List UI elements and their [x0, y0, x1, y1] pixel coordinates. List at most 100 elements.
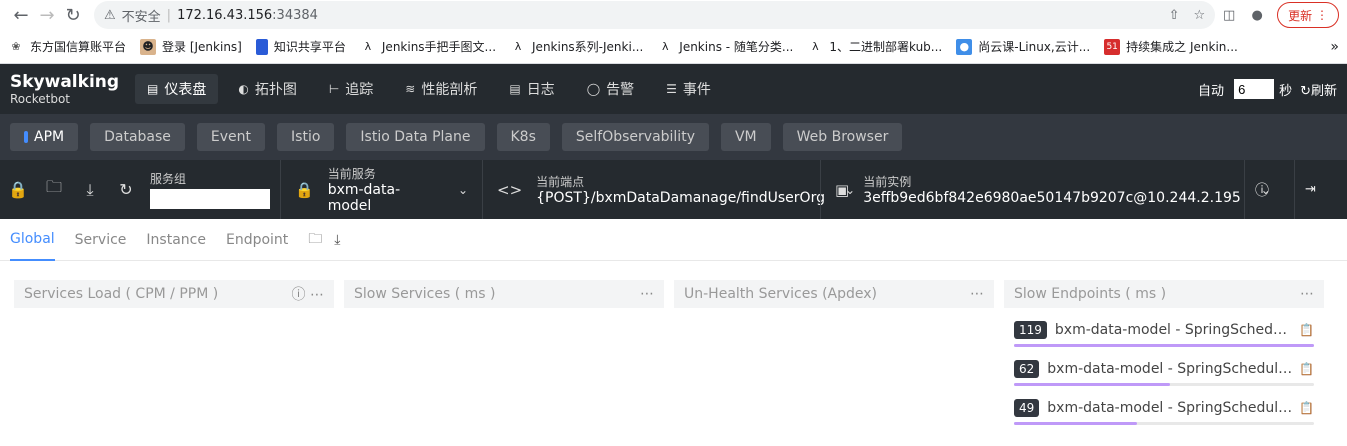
- bookmark-item[interactable]: λ Jenkins系列-Jenki...: [510, 38, 644, 55]
- copy-icon[interactable]: 📋: [1299, 323, 1314, 337]
- copy-icon[interactable]: 📋: [1299, 362, 1314, 376]
- logo: Skywalking Rocketbot: [10, 73, 135, 105]
- latency-bar: [1014, 422, 1314, 425]
- tab-instance[interactable]: Instance: [146, 219, 206, 261]
- nav-label: 拓扑图: [254, 82, 297, 98]
- nav-dashboard[interactable]: ▤ 仪表盘: [135, 74, 219, 104]
- seconds-label: 秒: [1279, 83, 1293, 99]
- nav-label: 告警: [606, 82, 635, 98]
- auto-refresh-input[interactable]: [1234, 79, 1275, 99]
- nav-alarm[interactable]: ◯ 告警: [575, 74, 646, 104]
- instance-selector[interactable]: ▣ 当前实例 3effb9ed6bf842e6980ae50147b9207c@…: [820, 160, 1271, 219]
- bookmark-item[interactable]: ● 尚云课-Linux,云计...: [956, 38, 1090, 55]
- tab-istio-data-plane[interactable]: Istio Data Plane: [346, 123, 485, 151]
- bookmark-item[interactable]: ❀ 东方国信算账平台: [8, 38, 126, 55]
- nav-profile[interactable]: ≋ 性能剖析: [393, 74, 489, 104]
- bookmark-label: 1、二进制部署kub...: [829, 40, 943, 54]
- endpoint-selector[interactable]: <> 当前端点 {POST}/bxmDataDamanage/findUserO…: [482, 160, 855, 219]
- csdn-icon: λ: [514, 40, 522, 53]
- jenkins-icon: ☻: [140, 38, 157, 55]
- instance-icon: ▣: [835, 180, 850, 199]
- tab-k8s[interactable]: K8s: [496, 123, 550, 151]
- nav-log[interactable]: ▤ 日志: [497, 74, 566, 104]
- folder-icon[interactable]: 🗀: [308, 228, 322, 252]
- slow-endpoint-item[interactable]: 49 bxm-data-model - SpringScheduled/c...…: [1004, 399, 1324, 425]
- bookmark-item[interactable]: ☻ 登录 [Jenkins]: [140, 38, 242, 55]
- topology-icon: ◐: [238, 82, 249, 96]
- copy-icon[interactable]: 📋: [1299, 401, 1314, 415]
- update-label: 更新: [1288, 8, 1313, 23]
- download-icon[interactable]: ⤓: [72, 180, 108, 200]
- panel-menu-icon[interactable]: ⋯: [970, 286, 984, 302]
- nav-topology[interactable]: ◐ 拓扑图: [226, 74, 308, 104]
- collapse-area: ⇥: [1294, 160, 1326, 219]
- tab-database[interactable]: Database: [90, 123, 185, 151]
- forward-icon[interactable]: →: [34, 2, 60, 28]
- bookmark-label: Jenkins - 随笔分类...: [679, 40, 794, 54]
- address-host: 172.16.43.156: [177, 7, 273, 23]
- address-bar[interactable]: ⚠ 不安全 | 172.16.43.156 :34384 ⇧ ☆: [94, 1, 1216, 29]
- sync-icon[interactable]: ↻: [108, 180, 144, 199]
- bookmark-item[interactable]: λ Jenkins - 随笔分类...: [657, 38, 793, 55]
- tab-apm[interactable]: APM: [10, 123, 79, 151]
- bookmark-icon: [255, 38, 268, 55]
- bookmark-item[interactable]: λ Jenkins手把手图文...: [360, 38, 496, 55]
- tab-istio[interactable]: Istio: [277, 123, 335, 151]
- tab-global[interactable]: Global: [10, 219, 55, 261]
- share-icon[interactable]: ⇧: [1169, 8, 1180, 23]
- more-bookmarks-icon[interactable]: »: [1330, 39, 1339, 55]
- bookmark-icon: ❀: [11, 40, 21, 53]
- dashboard-icon: ▤: [147, 82, 159, 96]
- tab-vm[interactable]: VM: [720, 123, 771, 151]
- profile-avatar-icon[interactable]: ●: [1243, 8, 1271, 23]
- lock-icon[interactable]: 🔒: [0, 180, 36, 199]
- latency-bar: [1014, 344, 1314, 347]
- reload-icon[interactable]: ↻: [60, 2, 86, 28]
- nav-label: 日志: [526, 82, 555, 98]
- tab-selfobservability[interactable]: SelfObservability: [561, 123, 709, 151]
- layer-tabs: APM Database Event Istio Istio Data Plan…: [0, 114, 1347, 160]
- folder-icon[interactable]: 🗀: [36, 176, 72, 203]
- slow-endpoint-item[interactable]: 119 bxm-data-model - SpringScheduled/...…: [1004, 321, 1324, 347]
- tab-endpoint[interactable]: Endpoint: [226, 219, 288, 261]
- star-icon[interactable]: ☆: [1194, 8, 1206, 23]
- collapse-icon[interactable]: ⇥: [1305, 182, 1316, 197]
- back-icon[interactable]: ←: [8, 2, 34, 28]
- info-icon[interactable]: ⓘ: [1255, 180, 1269, 200]
- panel-menu-icon[interactable]: ⋯: [640, 286, 654, 302]
- endpoint-name: bxm-data-model - SpringScheduled/...: [1054, 322, 1294, 338]
- panel-title: Slow Services ( ms ): [354, 286, 496, 302]
- tab-label: Istio Data Plane: [360, 129, 471, 145]
- endpoint-name: bxm-data-model - SpringScheduled/c...: [1047, 361, 1294, 377]
- bookmark-item[interactable]: λ 1、二进制部署kub...: [807, 38, 942, 55]
- bookmark-item[interactable]: 知识共享平台: [255, 38, 346, 55]
- update-button[interactable]: 更新 ⋮: [1277, 2, 1339, 28]
- service-selector[interactable]: 🔒 当前服务 bxm-data-model ⌄: [280, 160, 482, 219]
- auto-label: 自动: [1198, 83, 1225, 99]
- bookmark-item[interactable]: 51 持续集成之 Jenkin...: [1104, 38, 1238, 55]
- service-group-input[interactable]: [150, 189, 270, 209]
- unhealth-services-panel: Un-Health Services (Apdex) ⋯: [674, 280, 994, 425]
- panel-menu-icon[interactable]: ⓘ ⋯: [292, 284, 324, 304]
- panel-header: Slow Endpoints ( ms ) ⋯: [1004, 280, 1324, 308]
- sidebar-icon[interactable]: ◫: [1215, 8, 1243, 23]
- panel-header: Services Load ( CPM / PPM ) ⓘ ⋯: [14, 280, 334, 308]
- chevron-down-icon: ⌄: [457, 182, 468, 197]
- download-icon[interactable]: ⤓: [334, 232, 340, 248]
- tab-event[interactable]: Event: [196, 123, 266, 151]
- tab-label: Database: [104, 129, 171, 145]
- tab-label: Istio: [291, 129, 321, 145]
- slow-endpoint-item[interactable]: 62 bxm-data-model - SpringScheduled/c...…: [1004, 360, 1324, 386]
- auto-refresh: 自动 秒 ↻刷新: [1198, 79, 1337, 99]
- csdn-icon: λ: [812, 40, 819, 53]
- nav-trace[interactable]: ⊢ 追踪: [317, 74, 385, 104]
- nav-label: 追踪: [345, 82, 374, 98]
- tab-web-browser[interactable]: Web Browser: [782, 123, 903, 151]
- bookmark-label: 尚云课-Linux,云计...: [978, 40, 1091, 54]
- latency-bar-fill: [1014, 383, 1170, 386]
- tab-service[interactable]: Service: [75, 219, 127, 261]
- panel-menu-icon[interactable]: ⋯: [1300, 286, 1314, 302]
- endpoint-name: bxm-data-model - SpringScheduled/c...: [1047, 400, 1294, 416]
- refresh-button[interactable]: ↻刷新: [1300, 80, 1337, 99]
- nav-event[interactable]: ☰ 事件: [654, 74, 723, 104]
